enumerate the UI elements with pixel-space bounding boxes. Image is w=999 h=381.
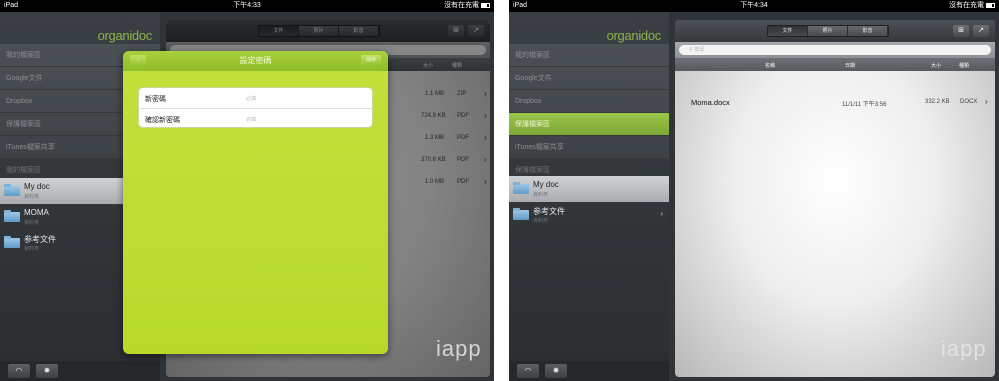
menu-item-google-docs[interactable]: Google文件 (509, 67, 669, 90)
gear-icon[interactable]: ✹ (36, 364, 58, 378)
folder-subtitle: 資料夾 (24, 246, 40, 252)
column-size[interactable]: 大小 (931, 62, 941, 69)
new-password-label: 新密碼 (145, 96, 166, 103)
battery-status: 沒有在充電 (444, 0, 490, 12)
file-type-tabs: 文件 照片 影音 (767, 25, 889, 37)
clock: 下午4:33 (233, 2, 261, 9)
tab-photos[interactable]: 照片 (808, 26, 848, 36)
confirm-password-label: 確認新密碼 (145, 117, 180, 124)
folder-item[interactable]: 参考文件 資料夾 › (509, 202, 669, 228)
folder-name: My doc (24, 182, 50, 191)
column-name[interactable]: 名稱 (765, 62, 775, 69)
menu-item-itunes-sharing[interactable]: iTunes檔案共享 (509, 136, 669, 159)
battery-icon (986, 2, 995, 8)
confirm-password-field[interactable]: 確認新密碼 必填 (139, 108, 372, 128)
folder-icon (4, 236, 20, 248)
password-form: 新密碼 必填 確認新密碼 必填 (138, 87, 373, 128)
file-type: DOCX (960, 99, 978, 105)
file-name: Moma.docx (691, 98, 730, 107)
dialog-title: 設定密碼 (239, 56, 272, 65)
battery-status: 沒有在充電 (949, 0, 995, 12)
table-row[interactable]: Moma.docx 11/1/11 下午3:56 332.2 KB DOCX › (675, 92, 995, 112)
watermark: iapp (941, 336, 987, 361)
folder-icon (513, 208, 529, 220)
folder-item[interactable]: My doc 資料夾 › (509, 176, 669, 202)
sidebar-bottom-bar: ◠ ✹ (0, 361, 160, 381)
folder-icon (4, 210, 20, 222)
file-size: 332.2 KB (925, 99, 950, 105)
folder-icon (4, 184, 20, 196)
status-bar: iPad 下午4:33 沒有在充電 (0, 0, 494, 12)
search-bar: ⚲ 搜尋 (675, 42, 995, 58)
folder-name: MOMA (24, 208, 49, 217)
folder-subtitle: 資料夾 (533, 192, 549, 198)
folder-subtitle: 資料夾 (533, 218, 549, 224)
folder-subtitle: 資料夾 (24, 220, 40, 226)
left-screenshot: iPad 下午4:33 沒有在充電 organidoc 我的檔案區 Google… (0, 0, 494, 381)
status-bar: iPad 下午4:34 沒有在充電 (509, 0, 999, 12)
confirm-password-input[interactable]: 必填 (246, 116, 256, 123)
chevron-right-icon: › (660, 183, 663, 192)
file-date: 11/1/11 下午3:56 (842, 102, 887, 108)
clock: 下午4:34 (740, 2, 768, 9)
column-type[interactable]: 種類 (959, 62, 969, 69)
folder-name: My doc (533, 180, 559, 189)
folder-add-icon[interactable]: ⊞ (953, 25, 969, 37)
menu-item-my-files[interactable]: 我的檔案區 (509, 44, 669, 67)
app-logo: organidoc (606, 28, 662, 43)
column-date[interactable]: 日期 (845, 62, 855, 69)
folder-icon (513, 182, 529, 194)
new-password-field[interactable]: 新密碼 必填 (139, 88, 372, 108)
chevron-right-icon: › (660, 209, 663, 218)
table-header: 名稱 日期 大小 種類 (675, 58, 995, 71)
source-menu: 我的檔案區 Google文件 Dropbox 保護檔案區 iTunes檔案共享 (509, 44, 669, 159)
folder-name: 参考文件 (533, 207, 565, 216)
file-browser: 文件 照片 影音 ⊞ ↗ ⚲ 搜尋 名稱 日期 大小 種類 Moma.docx … (675, 20, 995, 377)
menu-item-dropbox[interactable]: Dropbox (509, 90, 669, 113)
chevron-right-icon: › (985, 97, 988, 106)
dialog-header: ‹ 設定密碼 儲存 (123, 51, 388, 71)
battery-icon (481, 2, 490, 8)
search-placeholder: 搜尋 (694, 47, 705, 53)
folder-name: 参考文件 (24, 235, 56, 244)
wifi-icon[interactable]: ◠ (8, 364, 30, 378)
back-button[interactable]: ‹ (130, 55, 146, 66)
folder-subtitle: 資料夾 (24, 194, 40, 200)
set-password-dialog: ‹ 設定密碼 儲存 新密碼 必填 確認新密碼 必填 (123, 51, 388, 354)
search-input[interactable]: ⚲ 搜尋 (679, 45, 991, 55)
gear-icon[interactable]: ✹ (545, 364, 567, 378)
tab-media[interactable]: 影音 (848, 26, 888, 36)
wifi-icon[interactable]: ◠ (517, 364, 539, 378)
app-logo: organidoc (97, 28, 153, 43)
save-button[interactable]: 儲存 (361, 55, 381, 66)
sidebar: organidoc 我的檔案區 Google文件 Dropbox 保護檔案區 i… (509, 12, 669, 381)
section-label: 保護檔案區 (515, 167, 550, 174)
right-screenshot: iPad 下午4:34 沒有在充電 organidoc 我的檔案區 Google… (509, 0, 999, 381)
section-label: 我的檔案區 (6, 167, 41, 174)
sidebar-bottom-bar: ◠ ✹ (509, 361, 669, 381)
share-icon[interactable]: ↗ (973, 25, 989, 37)
watermark: iapp (436, 336, 482, 361)
back-arrow-icon: ‹ (137, 57, 139, 63)
tab-documents[interactable]: 文件 (768, 26, 808, 36)
new-password-input[interactable]: 必填 (246, 95, 256, 102)
toolbar: 文件 照片 影音 ⊞ ↗ (675, 20, 995, 42)
menu-item-protected[interactable]: 保護檔案區 (509, 113, 669, 136)
